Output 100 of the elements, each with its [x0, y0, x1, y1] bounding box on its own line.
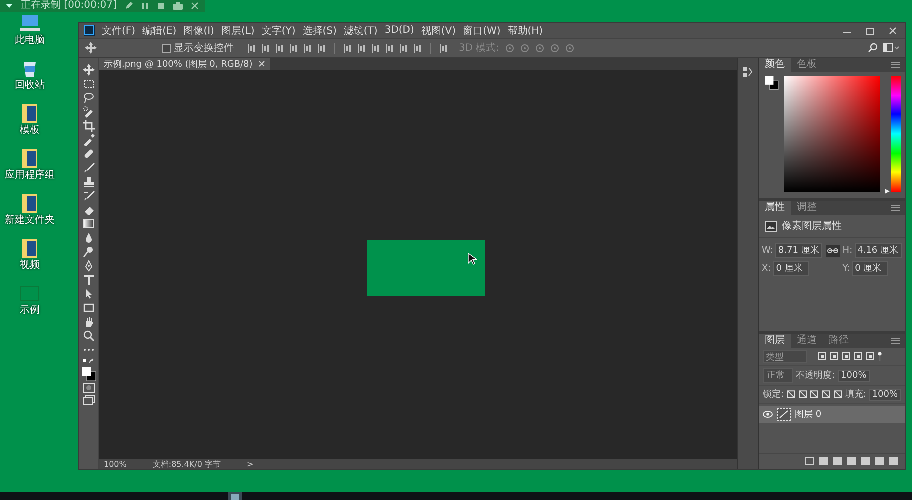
move-tool-icon[interactable] — [82, 64, 94, 76]
value-field[interactable]: 0 厘米 — [773, 261, 810, 276]
marquee-tool-icon[interactable] — [82, 78, 94, 90]
dodge-tool-icon[interactable] — [82, 246, 94, 258]
menu-item[interactable]: 选择(S) — [302, 24, 337, 38]
panel-toggle-icon[interactable] — [742, 66, 754, 78]
layer-row[interactable]: 图层 0 — [759, 406, 905, 423]
align-icon[interactable] — [357, 44, 366, 52]
slider-thumb-icon[interactable] — [885, 189, 890, 194]
layer-thumbnail-icon — [777, 408, 791, 421]
desktop-icon-label[interactable]: 视频 — [20, 258, 40, 272]
swap-colors-icon[interactable] — [82, 358, 94, 364]
close-icon[interactable] — [258, 61, 265, 67]
desktop-icon-label[interactable]: 应用程序组 — [5, 168, 55, 182]
desktop-icon-label[interactable]: 回收站 — [15, 78, 45, 92]
panel-tab[interactable]: 通道 — [791, 334, 823, 348]
desktop-icon-label[interactable]: 新建文件夹 — [5, 213, 55, 227]
align-icon[interactable] — [371, 44, 380, 52]
desktop-icon-label[interactable]: 示例 — [20, 303, 40, 317]
app-logo-icon[interactable] — [84, 25, 95, 36]
opacity-field[interactable]: 100% — [838, 370, 870, 382]
color-field[interactable] — [784, 76, 880, 192]
maximize-icon[interactable] — [863, 26, 877, 36]
layer-name: 图层 0 — [795, 409, 822, 421]
rectangle-tool-icon[interactable] — [82, 302, 94, 314]
pen-tool-icon[interactable] — [82, 260, 94, 272]
gradient-tool-icon[interactable] — [82, 218, 94, 230]
value-field[interactable]: 0 厘米 — [852, 261, 888, 276]
fill-field[interactable]: 100% — [869, 388, 902, 400]
field-label: Y: — [842, 264, 850, 274]
desktop-icon-label[interactable]: 此电脑 — [15, 33, 45, 47]
zoom-tool-icon[interactable] — [82, 330, 94, 342]
panel-tab[interactable]: 色板 — [791, 58, 823, 72]
panel-tab[interactable]: 颜色 — [759, 58, 791, 72]
link-icon[interactable] — [826, 244, 840, 256]
menu-item[interactable]: 图层(L) — [221, 24, 255, 38]
move-tool-icon[interactable] — [85, 42, 97, 54]
align-icon[interactable] — [303, 44, 312, 52]
panel-menu-icon[interactable] — [891, 205, 900, 211]
computer-icon[interactable] — [19, 13, 41, 33]
panel-tab[interactable]: 路径 — [823, 334, 855, 348]
workspace-icon[interactable] — [883, 43, 899, 53]
panel-tab[interactable]: 图层 — [759, 334, 791, 348]
eyedropper-icon[interactable] — [82, 134, 94, 146]
align-icon[interactable] — [275, 44, 284, 52]
pause-icon[interactable] — [140, 2, 149, 10]
crop-tool-icon[interactable] — [82, 120, 94, 132]
field-label: X: — [762, 264, 772, 274]
align-icon[interactable] — [343, 44, 352, 52]
toggle-icon[interactable] — [878, 352, 882, 361]
panel-tab[interactable]: 调整 — [791, 201, 823, 215]
screen-mode-icon[interactable] — [82, 394, 94, 404]
app-icon[interactable] — [228, 492, 242, 500]
align-icon[interactable] — [261, 44, 270, 52]
align-icon[interactable] — [247, 44, 256, 52]
menu-item[interactable]: 3D(D) — [384, 25, 414, 36]
panel-menu-icon[interactable] — [891, 62, 900, 68]
menu-item[interactable]: 编辑(E) — [142, 24, 177, 38]
transform-controls-checkbox[interactable]: 显示变换控件 — [162, 41, 234, 55]
blend-mode-dropdown[interactable]: 正常 — [763, 368, 793, 383]
camera-icon[interactable] — [172, 2, 183, 10]
fill-label: 填充: — [845, 388, 866, 401]
document-tab[interactable]: 示例.png @ 100% (图层 0, RGB/8) — [99, 58, 270, 70]
quick-select-icon[interactable] — [82, 106, 94, 118]
status-menu-arrow[interactable]: > — [246, 460, 254, 468]
cursor-icon — [468, 253, 477, 265]
value-field[interactable]: 8.71 厘米 — [775, 243, 822, 258]
align-icon[interactable] — [289, 44, 298, 52]
align-icon[interactable] — [399, 44, 408, 52]
filter-field[interactable]: 类型 — [763, 350, 807, 363]
stop-icon[interactable] — [156, 2, 165, 10]
caret-icon[interactable] — [6, 3, 13, 9]
menu-item[interactable]: 帮助(H) — [508, 24, 544, 38]
stamp-tool-icon[interactable] — [82, 176, 94, 188]
pen-icon[interactable] — [124, 2, 133, 10]
menu-item[interactable]: 文件(F) — [102, 24, 136, 38]
align-icon[interactable] — [439, 44, 448, 52]
close-icon[interactable] — [190, 2, 199, 10]
align-icon[interactable] — [385, 44, 394, 52]
search-icon[interactable] — [868, 43, 878, 53]
opacity-label: 不透明度: — [796, 370, 836, 382]
align-icon[interactable] — [317, 44, 326, 52]
lasso-tool-icon[interactable] — [82, 92, 94, 104]
desktop-icon-label[interactable]: 模板 — [20, 123, 40, 137]
panel-menu-icon[interactable] — [891, 338, 900, 344]
quick-mask-icon[interactable] — [82, 382, 94, 392]
history-brush-icon[interactable] — [82, 190, 94, 202]
menu-item[interactable]: 视图(V) — [421, 24, 456, 38]
align-icon[interactable] — [413, 44, 422, 52]
brush-tool-icon[interactable] — [82, 162, 94, 174]
menu-item[interactable]: 图像(I) — [184, 24, 214, 38]
menu-item[interactable]: 文字(Y) — [262, 24, 296, 38]
panel-tab[interactable]: 属性 — [759, 201, 791, 215]
menu-item[interactable]: 窗口(W) — [463, 24, 501, 38]
value-field[interactable]: 4.16 厘米 — [854, 243, 902, 258]
color-swatches-icon[interactable] — [82, 366, 96, 380]
type-tool-icon[interactable] — [82, 274, 94, 286]
menu-item[interactable]: 滤镜(T) — [344, 24, 378, 38]
eye-icon[interactable] — [763, 411, 773, 418]
color-swatches-icon[interactable] — [765, 76, 779, 90]
